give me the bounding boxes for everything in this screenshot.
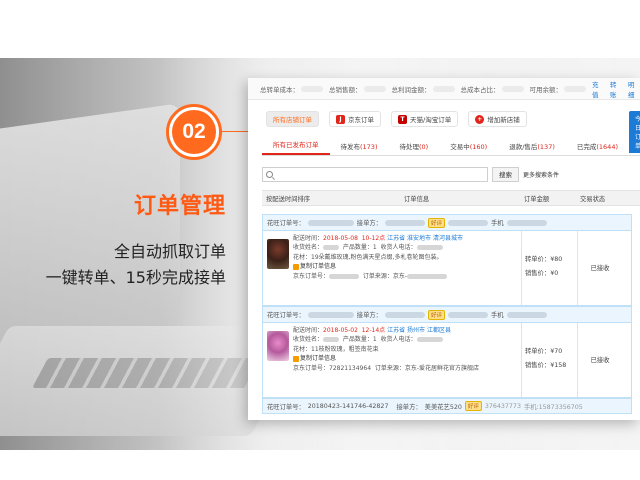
order-status-tabs: 所有已发布订单 待发布(173) 待处理(0) 交易中(160) 退款/售后(1… bbox=[262, 111, 640, 156]
stat-cost-ratio: 总成本占比： bbox=[461, 84, 524, 94]
copy-icon bbox=[293, 263, 299, 270]
tab-pending-publish[interactable]: 待发布(173) bbox=[330, 141, 389, 155]
step-badge: 02 bbox=[166, 104, 222, 160]
order-card: 花旺订单号： 接单方： 好评 手机 配送时间：2018-05-08 10-12点… bbox=[262, 214, 632, 306]
order-card-header: 花旺订单号： 接单方： 好评 手机 bbox=[263, 307, 631, 323]
order-card-header: 花旺订单号： 接单方： 好评 手机 bbox=[263, 215, 631, 231]
jd-icon: J bbox=[336, 114, 345, 124]
more-search-conditions-link[interactable]: 更多搜索条件 bbox=[523, 170, 559, 179]
step-number: 02 bbox=[172, 110, 216, 154]
search-input[interactable] bbox=[262, 166, 488, 182]
search-icon bbox=[266, 170, 273, 178]
stat-profit: 总利润金额： bbox=[392, 84, 455, 94]
stat-sales: 总销售额： bbox=[329, 84, 386, 94]
column-order-info: 订单信息 bbox=[404, 195, 430, 203]
add-store-button[interactable]: + 增加新店铺 bbox=[468, 111, 527, 127]
order-card-body: 配送时间：2018-05-08 10-12点 江苏省 淮安地市 清河县城市 收货… bbox=[263, 231, 631, 305]
recharge-link[interactable]: 充值 bbox=[592, 79, 604, 99]
bouquet-image bbox=[267, 239, 289, 269]
table-header: 按配送时间排序 订单信息 订单金额 交易状态 bbox=[262, 190, 640, 206]
review-badge: 好评 bbox=[427, 309, 445, 320]
tab-all-published[interactable]: 所有已发布订单 bbox=[262, 139, 330, 155]
tmall-icon: T bbox=[398, 114, 407, 124]
order-status: 已接收 bbox=[590, 265, 610, 272]
copy-icon bbox=[293, 355, 299, 362]
order-management-screenshot: 总转单成本： 总销售额： 总利润金额： 总成本占比： 可用余额： 充值 转账 明… bbox=[248, 78, 640, 420]
order-card-body: 配送时间：2018-05-02 12-14点 江苏省 扬州市 江都区县 收货姓名… bbox=[263, 323, 631, 397]
column-trade-status: 交易状态 bbox=[580, 195, 606, 203]
order-status: 已接收 bbox=[590, 357, 610, 364]
store-channel-bar: 所有店铺订单 J 京东订单 T 天猫/淘宝订单 + 增加新店铺 bbox=[248, 108, 640, 130]
tab-pending-process[interactable]: 待处理(0) bbox=[388, 141, 439, 155]
copy-order-info-button[interactable]: 复制订单信息 bbox=[293, 262, 518, 271]
feature-title: 订单管理 bbox=[133, 194, 226, 219]
copy-order-info-button[interactable]: 复制订单信息 bbox=[293, 354, 518, 363]
search-row: 搜索 更多搜索条件 bbox=[262, 165, 640, 183]
order-price: 转单价：¥70 销售价：¥158 bbox=[525, 348, 567, 369]
column-order-amount: 订单金额 bbox=[524, 195, 550, 203]
bouquet-image bbox=[267, 331, 289, 361]
stat-cost: 总转单成本： bbox=[260, 84, 323, 94]
order-details: 配送时间：2018-05-02 12-14点 江苏省 扬州市 江都区县 收货姓名… bbox=[293, 326, 518, 373]
details-link[interactable]: 明细 bbox=[628, 79, 640, 99]
feature-description-1: 全自动抓取订单 bbox=[113, 242, 226, 261]
stat-balance: 可用余额： bbox=[530, 84, 586, 94]
order-card-header: 花旺订单号： 20180423-141746-42827 接单方： 美美花艺52… bbox=[262, 398, 632, 414]
channel-all-stores[interactable]: 所有店铺订单 bbox=[266, 111, 319, 127]
tab-today-orders[interactable]: 今日订单 bbox=[629, 111, 640, 153]
review-badge: 好评 bbox=[464, 401, 482, 411]
feature-description-2: 一键转单、15秒完成接单 bbox=[45, 268, 226, 287]
order-card: 花旺订单号： 接单方： 好评 手机 配送时间：2018-05-02 12-14点… bbox=[262, 306, 632, 398]
sort-by-delivery-time[interactable]: 按配送时间排序 bbox=[266, 194, 310, 203]
plus-icon: + bbox=[475, 114, 485, 124]
review-badge: 好评 bbox=[427, 217, 445, 228]
channel-tmall[interactable]: T 天猫/淘宝订单 bbox=[391, 111, 459, 127]
stats-bar: 总转单成本： 总销售额： 总利润金额： 总成本占比： 可用余额： 充值 转账 明… bbox=[248, 78, 640, 100]
transfer-link[interactable]: 转账 bbox=[610, 79, 622, 99]
order-price: 转单价：¥80 销售价：¥0 bbox=[525, 256, 563, 277]
tab-refund[interactable]: 退款/售后(137) bbox=[498, 141, 566, 155]
tab-completed[interactable]: 已完成(1644) bbox=[566, 141, 629, 155]
search-button[interactable]: 搜索 bbox=[492, 166, 519, 182]
order-details: 配送时间：2018-05-08 10-12点 江苏省 淮安地市 清河县城市 收货… bbox=[293, 234, 518, 281]
channel-jd[interactable]: J 京东订单 bbox=[329, 111, 381, 127]
tab-in-trade[interactable]: 交易中(160) bbox=[439, 141, 498, 155]
